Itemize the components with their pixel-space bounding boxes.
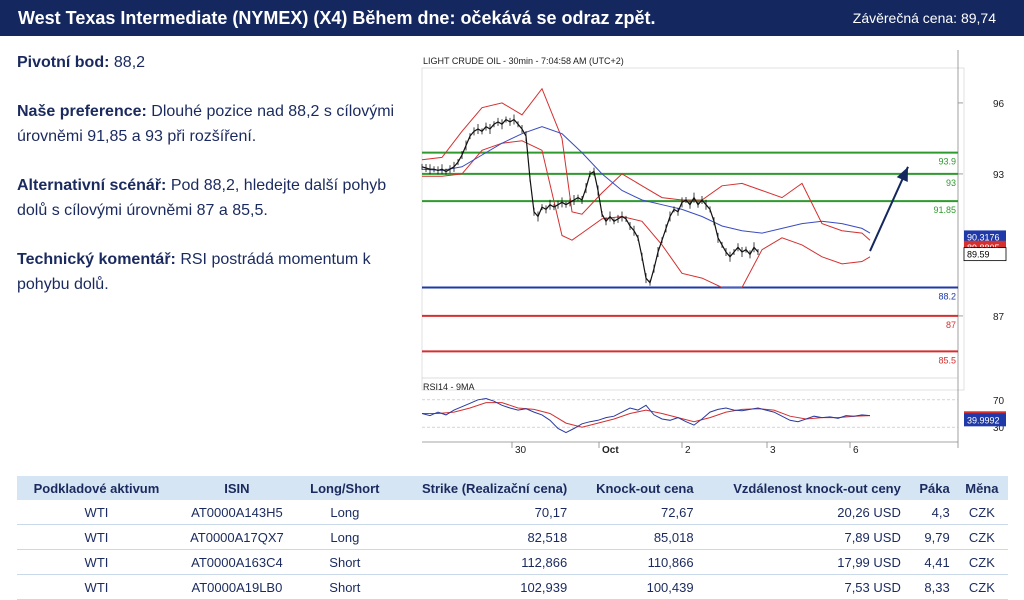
rsi-tag-label-1: 39.9992	[967, 415, 1000, 425]
rsi-panel: 703042.980539.9992	[421, 396, 1006, 434]
price-labels: 90.317689.880589.59	[963, 230, 1007, 262]
cell-strike: 102,939	[391, 574, 574, 600]
cell-long-short: Short	[297, 574, 392, 600]
cell-underlying: WTI	[17, 524, 176, 550]
chart-title: LIGHT CRUDE OIL - 30min - 7:04:58 AM (UT…	[423, 56, 624, 66]
header-bar: West Texas Intermediate (NYMEX) (X4) Běh…	[0, 0, 1024, 36]
rsi-title: RSI14 - 9MA	[423, 382, 475, 392]
cell-leverage: 4,3	[906, 500, 956, 525]
pivot-paragraph: Pivotní bod: 88,2	[17, 50, 407, 75]
series-group	[421, 87, 909, 288]
cell-strike: 70,17	[391, 500, 574, 525]
cell-currency: CZK	[955, 574, 1008, 600]
y-ticks: 96 93 87	[958, 99, 1005, 323]
cell-distance: 7,53 USD	[699, 574, 907, 600]
pivot-text: 88,2	[113, 54, 146, 71]
level-label-3: 88.2	[938, 292, 956, 302]
col-header-distance: Vzdálenost knock-out ceny	[699, 476, 907, 500]
cell-knockout: 110,866	[573, 549, 700, 575]
cell-long-short: Long	[297, 524, 392, 550]
technical-label: Technický komentář:	[17, 251, 176, 268]
main-plot-frame	[421, 67, 965, 391]
pivot-label: Pivotní bod:	[17, 54, 110, 71]
table-row[interactable]: WTI AT0000A19LB0 Short 102,939 100,439 7…	[17, 574, 1008, 600]
level-label-5: 85.5	[938, 355, 956, 365]
x-tick-label-2: 2	[685, 445, 691, 456]
x-tick-label-4: 6	[853, 445, 859, 456]
col-header-leverage: Páka	[906, 476, 956, 500]
cell-long-short: Long	[297, 500, 392, 525]
closing-price-value: 89,74	[960, 10, 996, 26]
cell-knockout: 85,018	[573, 524, 700, 550]
cell-knockout: 100,439	[573, 574, 700, 600]
cell-isin: AT0000A163C4	[175, 549, 298, 575]
cell-underlying: WTI	[17, 500, 176, 525]
cell-currency: CZK	[955, 500, 1008, 525]
table-header-row: Podkladové aktivum ISIN Long/Short Strik…	[17, 476, 1008, 500]
y-tick-label-1: 93	[993, 170, 1005, 181]
y-tick-label-0: 96	[993, 99, 1005, 110]
cell-strike: 82,518	[391, 524, 574, 550]
x-tick-label-0: 30	[515, 445, 527, 456]
cell-strike: 112,866	[391, 549, 574, 575]
closing-price: Závěrečná cena: 89,74	[853, 10, 996, 26]
cell-leverage: 9,79	[906, 524, 956, 550]
level-label-4: 87	[946, 320, 956, 330]
bollinger-lower-line	[422, 140, 871, 288]
alternative-label: Alternativní scénář:	[17, 177, 167, 194]
rsi-tick-label-0: 70	[993, 396, 1005, 407]
cell-leverage: 8,33	[906, 574, 956, 600]
level-label-2: 91.85	[933, 205, 956, 215]
page-title: West Texas Intermediate (NYMEX) (X4) Běh…	[18, 8, 656, 28]
moving-average-line	[421, 126, 871, 234]
technical-paragraph: Technický komentář: RSI postrádá momentu…	[17, 247, 407, 297]
col-header-underlying: Podkladové aktivum	[17, 476, 176, 500]
cell-isin: AT0000A19LB0	[175, 574, 298, 600]
level-lines: 93.9 93 91.85 88.2 87 85.5	[422, 151, 958, 365]
bollinger-upper-line	[421, 87, 871, 241]
cell-underlying: WTI	[17, 549, 176, 575]
closing-price-label: Závěrečná cena:	[852, 10, 958, 26]
table-row[interactable]: WTI AT0000A17QX7 Long 82,518 85,018 7,89…	[17, 524, 1008, 550]
cell-leverage: 4,41	[906, 549, 956, 575]
preference-paragraph: Naše preference: Dlouhé pozice nad 88,2 …	[17, 99, 407, 149]
rsi-ma-line	[422, 402, 871, 428]
cell-distance: 17,99 USD	[699, 549, 907, 575]
rsi-line	[421, 397, 871, 434]
col-header-currency: Měna	[955, 476, 1008, 500]
col-header-long-short: Long/Short	[297, 476, 392, 500]
x-tick-label-1: Oct	[602, 445, 619, 456]
cell-isin: AT0000A17QX7	[175, 524, 298, 550]
col-header-strike: Strike (Realizační cena)	[391, 476, 574, 500]
cell-currency: CZK	[955, 549, 1008, 575]
cell-currency: CZK	[955, 524, 1008, 550]
level-label-0: 93.9	[938, 157, 956, 167]
col-header-knockout: Knock-out cena	[573, 476, 700, 500]
table-row[interactable]: WTI AT0000A143H5 Long 70,17 72,67 20,26 …	[17, 500, 1008, 525]
preference-label: Naše preference:	[17, 103, 147, 120]
price-chart: LIGHT CRUDE OIL - 30min - 7:04:58 AM (UT…	[421, 50, 1007, 456]
x-tick-label-3: 3	[770, 445, 776, 456]
price-tag-label-2: 89.59	[967, 250, 990, 260]
analysis-panel: Pivotní bod: 88,2 Naše preference: Dlouh…	[17, 50, 407, 321]
col-header-isin: ISIN	[175, 476, 298, 500]
cell-underlying: WTI	[17, 574, 176, 600]
table-row[interactable]: WTI AT0000A163C4 Short 112,866 110,866 1…	[17, 549, 1008, 575]
y-tick-label-2: 87	[993, 312, 1005, 323]
cell-distance: 7,89 USD	[699, 524, 907, 550]
cell-knockout: 72,67	[573, 500, 700, 525]
products-table: Podkladové aktivum ISIN Long/Short Strik…	[17, 476, 1008, 600]
cell-distance: 20,26 USD	[699, 500, 907, 525]
cell-long-short: Short	[297, 549, 392, 575]
x-ticks: 30 Oct 2 3 6	[511, 442, 859, 456]
alternative-paragraph: Alternativní scénář: Pod 88,2, hledejte …	[17, 173, 407, 223]
level-label-1: 93	[946, 178, 956, 188]
cell-isin: AT0000A143H5	[175, 500, 298, 525]
